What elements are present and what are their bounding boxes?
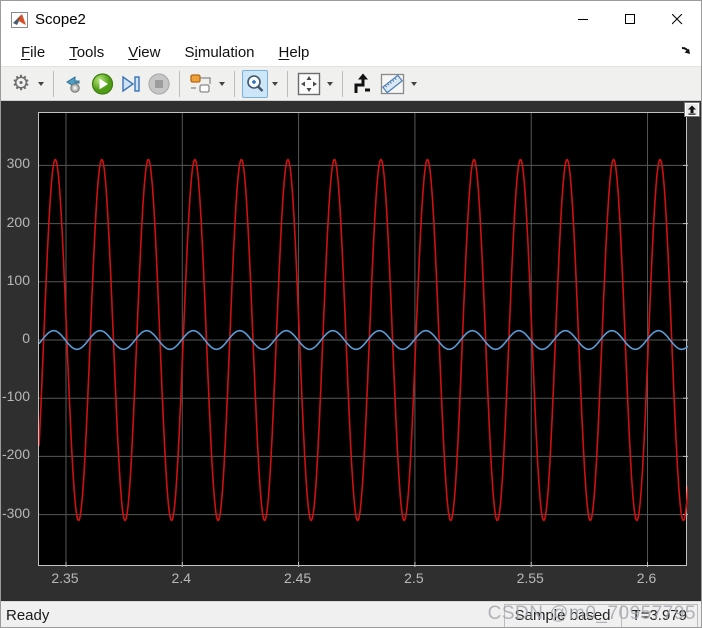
measurements-ruler-icon <box>380 73 405 94</box>
x-tick-label: 2.55 <box>516 570 544 586</box>
y-tick-label: -300 <box>1 504 30 521</box>
x-tick-label: 2.4 <box>171 570 192 586</box>
toolbar-separator <box>179 70 180 97</box>
menu-tools[interactable]: Tools <box>57 40 116 65</box>
cursor-measurements-button[interactable] <box>378 70 407 98</box>
window-title: Scope2 <box>35 11 86 28</box>
step-forward-icon <box>122 75 140 92</box>
window-controls <box>560 1 701 38</box>
status-sim-time: T=3.979 <box>620 603 698 627</box>
status-ready-text: Ready <box>6 607 50 624</box>
gear-icon: ⚙ <box>11 71 31 95</box>
toolbar-separator <box>342 70 343 97</box>
stop-icon <box>148 72 170 95</box>
arrow-up-icon <box>688 105 696 115</box>
status-cells: Sample based T=3.979 <box>503 603 698 627</box>
fit-to-view-button[interactable] <box>295 70 323 98</box>
x-tick-label: 2.6 <box>636 570 657 586</box>
stepping-options-icon <box>66 75 80 93</box>
y-tick-label: 200 <box>6 213 30 230</box>
y-tick-labels: -300 -200 -100 0 100 200 300 <box>1 101 34 601</box>
scope-axes <box>38 112 688 567</box>
zoom-button[interactable] <box>242 69 268 98</box>
dock-panel-button[interactable] <box>684 102 700 117</box>
settings-gear-button[interactable]: ⚙ <box>8 70 34 98</box>
status-sample-mode: Sample based <box>503 603 622 627</box>
x-tick-labels: 2.35 2.4 2.45 2.5 2.55 2.6 <box>1 570 701 590</box>
matlab-logo-icon <box>11 11 28 28</box>
toolbar-separator <box>234 70 235 97</box>
context-menu-arrow-icon[interactable] <box>680 44 693 62</box>
maximize-button[interactable] <box>607 1 654 38</box>
y-tick-label: -200 <box>1 446 30 463</box>
scope-window: Scope2 File Tools View Simulation Help ⚙ <box>0 0 702 628</box>
zoom-dropdown-caret[interactable] <box>272 81 278 86</box>
status-bar: Ready Sample based T=3.979 CSDN @m0_7095… <box>1 601 701 627</box>
close-button[interactable] <box>654 1 701 38</box>
x-tick-label: 2.5 <box>404 570 424 586</box>
toolbar-separator <box>53 70 54 97</box>
y-tick-label: -100 <box>1 388 30 405</box>
run-button[interactable] <box>89 70 116 98</box>
menu-simulation[interactable]: Simulation <box>172 40 266 65</box>
fit-to-view-icon <box>297 72 321 95</box>
settings-dropdown-caret[interactable] <box>38 81 44 86</box>
stepping-options-button[interactable] <box>61 70 87 98</box>
scope-canvas[interactable] <box>39 113 688 567</box>
trigger-button[interactable] <box>350 70 376 98</box>
plot-region: -300 -200 -100 0 100 200 300 2.35 2.4 2.45 2.5 2.5… <box>1 101 701 601</box>
trigger-icon <box>354 73 370 93</box>
highlight-simulink-block-button[interactable] <box>187 70 215 98</box>
menu-help[interactable]: Help <box>267 40 322 65</box>
y-tick-label: 300 <box>6 155 30 172</box>
toolbar: ⚙ <box>1 67 701 101</box>
x-tick-label: 2.45 <box>283 570 312 586</box>
zoom-magnifier-icon <box>247 74 264 92</box>
x-tick-label: 2.35 <box>51 570 79 586</box>
toolbar-separator <box>287 70 288 97</box>
menu-bar: File Tools View Simulation Help <box>1 38 701 67</box>
measurements-dropdown-caret[interactable] <box>411 81 417 86</box>
y-tick-label: 100 <box>6 271 30 288</box>
y-tick-label: 0 <box>22 330 30 346</box>
stop-button[interactable] <box>146 70 172 98</box>
highlight-block-dropdown-caret[interactable] <box>219 81 225 86</box>
fit-to-view-dropdown-caret[interactable] <box>327 81 333 86</box>
run-icon <box>91 72 114 95</box>
menu-view[interactable]: View <box>116 40 172 65</box>
menu-file[interactable]: File <box>9 40 57 65</box>
simulink-blocks-icon <box>190 73 211 93</box>
step-forward-button[interactable] <box>118 70 144 98</box>
minimize-button[interactable] <box>560 1 607 38</box>
title-bar: Scope2 <box>1 1 701 38</box>
